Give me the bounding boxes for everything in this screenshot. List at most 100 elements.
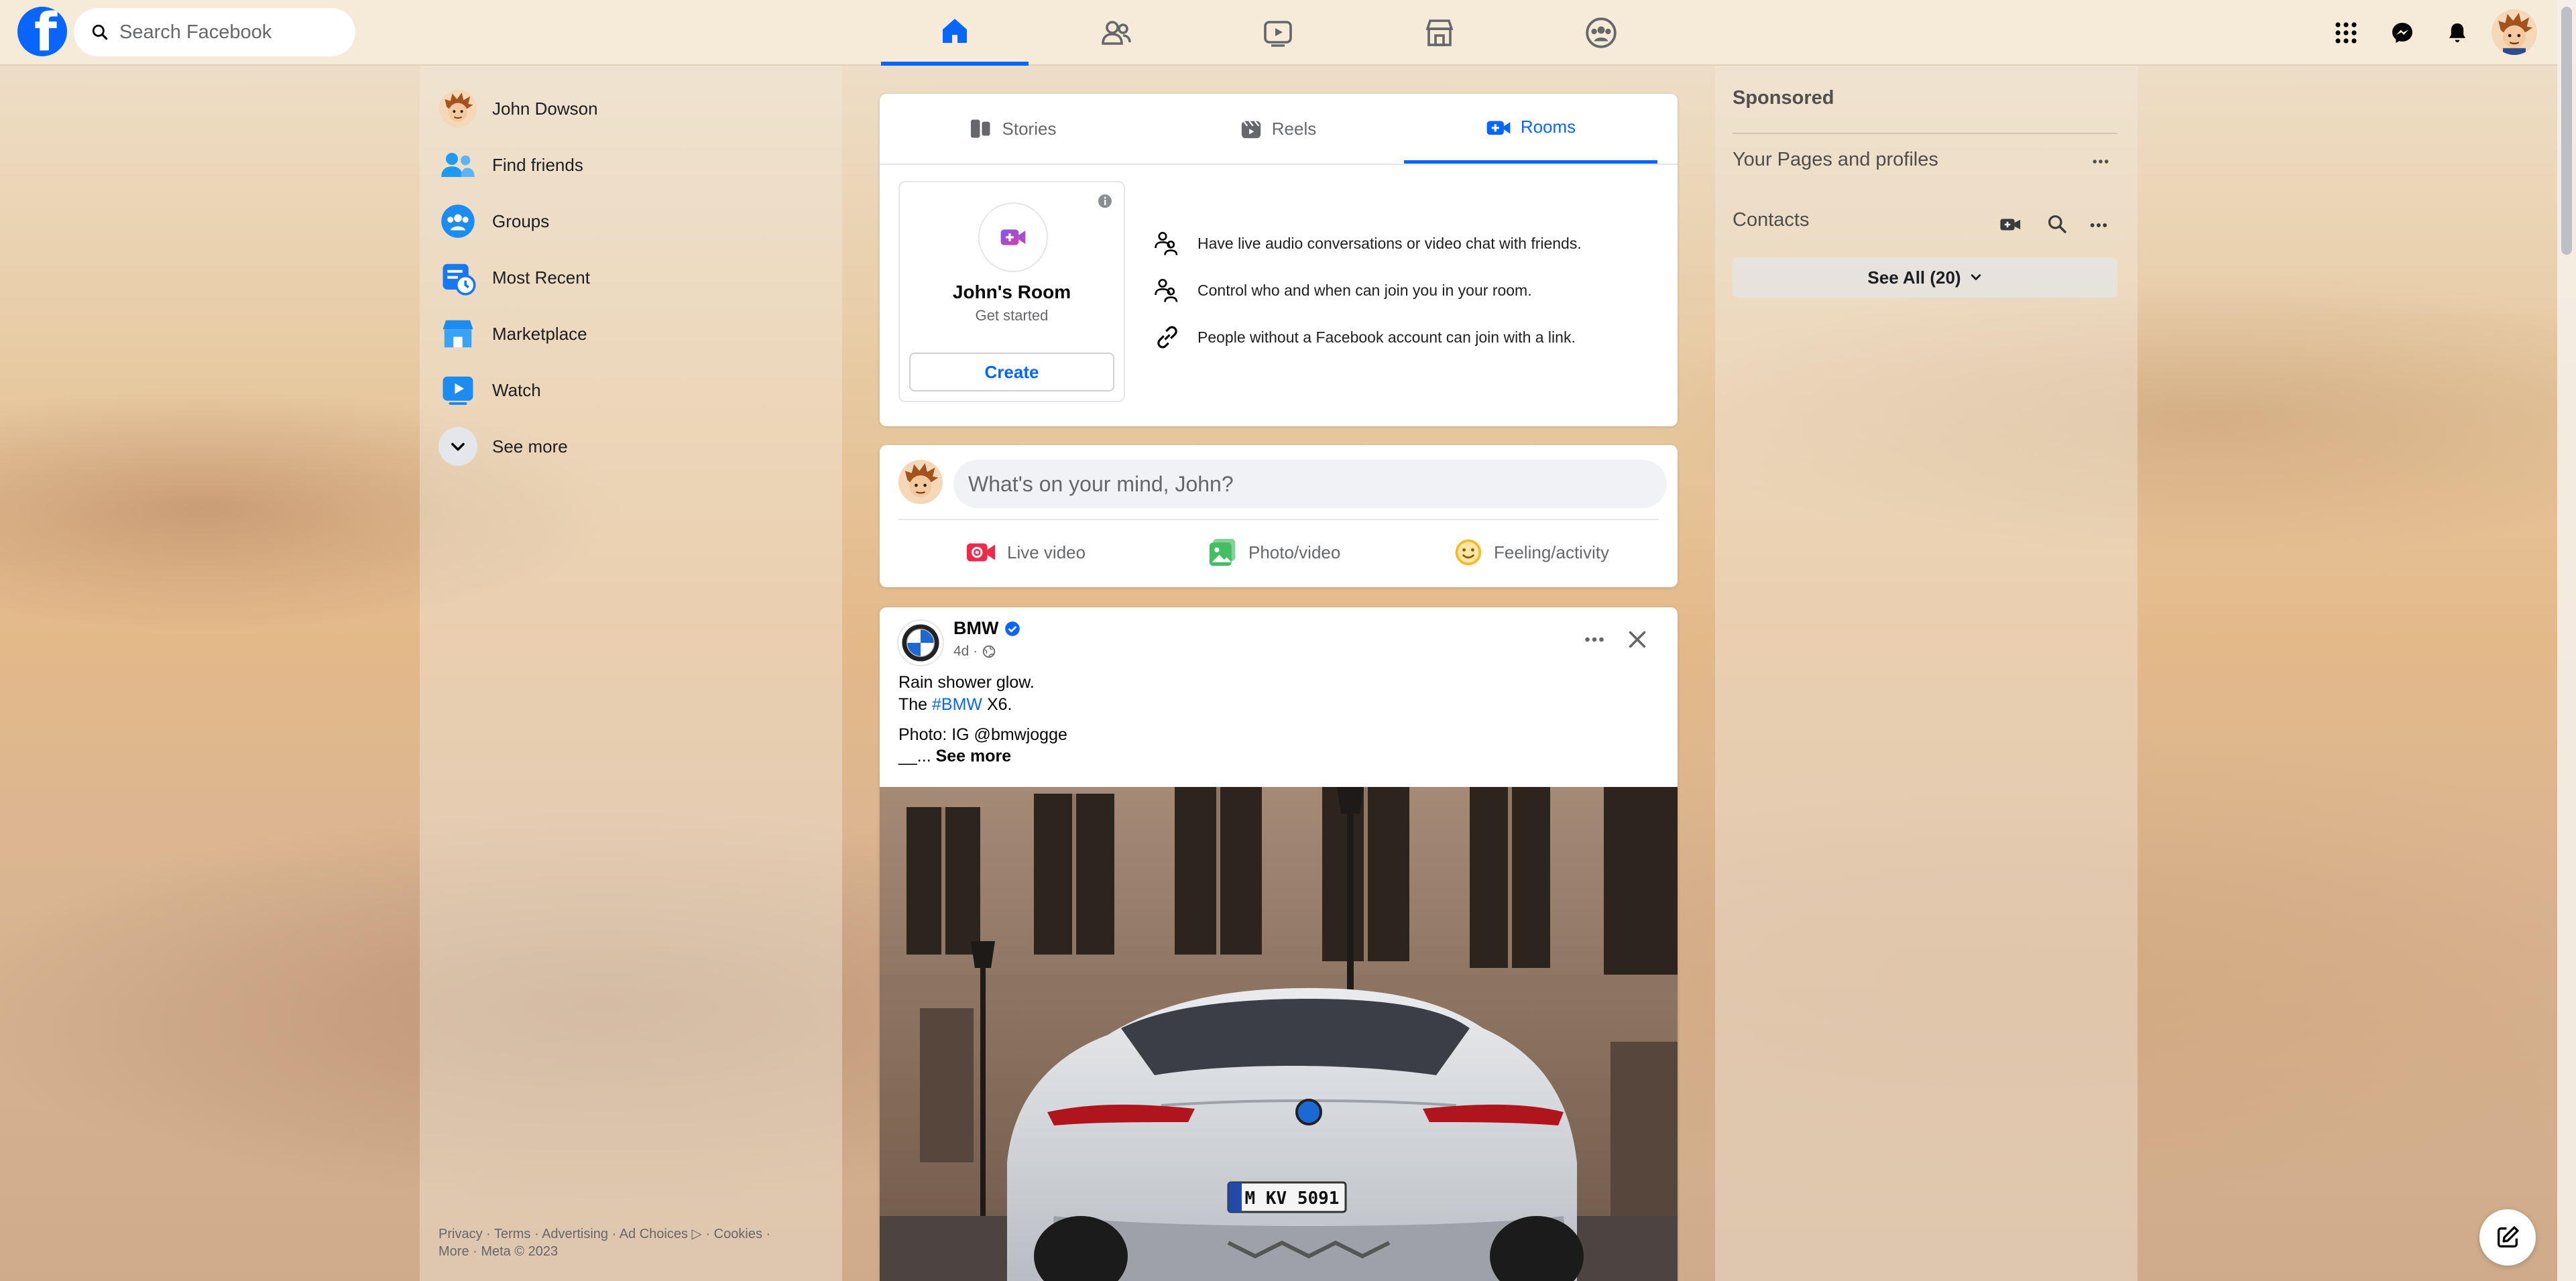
bmw-logo-avatar[interactable] xyxy=(897,619,944,666)
stories-icon xyxy=(970,119,990,138)
sidebar-item-label: Marketplace xyxy=(492,323,587,344)
feeling-activity-button[interactable]: Feeling/activity xyxy=(1454,531,1609,574)
action-label: Live video xyxy=(1007,542,1086,562)
tab-label: Reels xyxy=(1271,118,1317,139)
footer-links[interactable]: Privacy · Terms · Advertising · Ad Choic… xyxy=(438,1225,814,1260)
search-contacts-icon[interactable] xyxy=(2046,213,2068,235)
tab-rooms[interactable]: Rooms xyxy=(1404,94,1657,164)
stories-card: Stories Reels Rooms John's Room Get star… xyxy=(880,94,1678,426)
search-icon xyxy=(92,24,108,40)
hashtag-link[interactable]: #BMW xyxy=(932,695,982,714)
sidebar-item-marketplace[interactable]: Marketplace xyxy=(438,310,814,358)
new-room-icon[interactable] xyxy=(1999,213,2022,236)
action-label: Feeling/activity xyxy=(1494,542,1609,562)
feature-text: Have live audio conversations or video c… xyxy=(1197,234,1582,252)
see-more-link[interactable]: See more xyxy=(936,747,1012,766)
tab-divider xyxy=(880,164,1678,165)
post-image[interactable]: M KV 5091 xyxy=(880,787,1678,1281)
people-control-icon xyxy=(1155,278,1178,302)
menu-button[interactable] xyxy=(2327,13,2365,52)
sidebar-item-see-more[interactable]: See more xyxy=(438,422,814,471)
friends-icon xyxy=(438,145,477,184)
smiley-icon xyxy=(1455,539,1482,566)
search-input[interactable] xyxy=(119,21,341,44)
search-box[interactable] xyxy=(74,8,355,56)
feature-text: People without a Facebook account can jo… xyxy=(1197,328,1576,346)
footer-line[interactable]: Privacy · Terms · Advertising · Ad Choic… xyxy=(438,1225,814,1243)
room-feature-item: Have live audio conversations or video c… xyxy=(1153,229,1582,257)
nav-tab-friends[interactable] xyxy=(1043,0,1190,66)
sidebar-item-label: See more xyxy=(492,436,568,456)
sidebar-item-groups[interactable]: Groups xyxy=(438,197,814,245)
post-author[interactable]: BMW xyxy=(953,618,998,639)
nav-tab-marketplace[interactable] xyxy=(1366,0,1513,66)
compose-icon xyxy=(2498,1226,2519,1247)
nav-tab-watch[interactable] xyxy=(1204,0,1352,66)
info-icon[interactable] xyxy=(1097,193,1113,209)
sidebar-item-watch[interactable]: Watch xyxy=(438,366,814,414)
text-fragment: __... xyxy=(898,747,936,766)
verified-badge-icon xyxy=(1005,621,1020,636)
see-all-contacts-button[interactable]: See All (20) xyxy=(1733,257,2117,298)
live-video-icon xyxy=(966,543,996,562)
room-card: John's Room Get started Create xyxy=(898,181,1125,402)
sponsored-heading: Sponsored xyxy=(1733,87,1834,109)
groups-icon xyxy=(1586,17,1617,48)
feed-post: BMW 4d · Rain shower glow. The #BMW X6. … xyxy=(880,607,1678,1281)
rooms-icon xyxy=(1486,121,1511,135)
post-text-line: The #BMW X6. xyxy=(898,695,1012,715)
sidebar-item-label: Watch xyxy=(492,379,541,400)
sidebar-item-profile[interactable]: John Dowson xyxy=(438,84,814,133)
messenger-button[interactable] xyxy=(2383,13,2422,52)
watch-icon xyxy=(438,371,477,410)
room-feature-item: Control who and when can join you in you… xyxy=(1153,276,1532,304)
post-text-line: Rain shower glow. xyxy=(898,673,1035,692)
notifications-button[interactable] xyxy=(2438,13,2477,52)
tab-label: Stories xyxy=(1002,118,1057,139)
pages-more-icon[interactable] xyxy=(2091,151,2111,172)
see-all-label: See All (20) xyxy=(1867,267,1961,288)
contacts-more-icon[interactable] xyxy=(2088,215,2109,236)
tab-stories[interactable]: Stories xyxy=(880,94,1145,164)
post-time[interactable]: 4d · xyxy=(953,644,978,660)
messenger-icon xyxy=(2392,23,2412,43)
post-photo: M KV 5091 xyxy=(880,787,1678,1281)
whats-on-your-mind-input[interactable] xyxy=(953,460,1667,508)
room-title: John's Room xyxy=(952,282,1071,302)
bmw-logo xyxy=(902,624,939,662)
globe-icon xyxy=(983,645,996,658)
close-icon[interactable] xyxy=(1625,627,1649,652)
create-room-button[interactable]: Create xyxy=(909,353,1114,391)
notifications-icon xyxy=(2449,23,2466,43)
menu-grid-icon xyxy=(2335,22,2357,44)
video-icon xyxy=(1264,21,1292,47)
tab-label: Rooms xyxy=(1520,117,1576,137)
post-author-row: BMW xyxy=(953,618,1021,639)
avatar[interactable] xyxy=(898,460,943,504)
logo-letter: f xyxy=(34,7,57,56)
room-subtitle: Get started xyxy=(975,307,1049,324)
sidebar-item-find-friends[interactable]: Find friends xyxy=(438,141,814,189)
groups-icon xyxy=(438,202,477,241)
video-plus-icon xyxy=(1000,229,1026,245)
nav-tab-home[interactable] xyxy=(881,0,1029,66)
footer-line[interactable]: More · Meta © 2023 xyxy=(438,1243,814,1260)
post-composer: Live video Photo/video Feeling/activity xyxy=(880,445,1678,587)
sidebar-item-most-recent[interactable]: Most Recent xyxy=(438,253,814,302)
new-message-button[interactable] xyxy=(2479,1209,2536,1266)
sidebar-item-label: Most Recent xyxy=(492,267,590,288)
chevron-down-icon xyxy=(1971,274,1981,280)
room-video-icon-circle xyxy=(978,202,1048,272)
account-avatar[interactable] xyxy=(2492,9,2537,55)
photo-icon xyxy=(1209,538,1236,566)
photo-video-button[interactable]: Photo/video xyxy=(1208,531,1340,574)
more-options-icon[interactable] xyxy=(1582,627,1606,652)
facebook-logo[interactable]: f xyxy=(17,7,67,56)
page-scrollbar[interactable] xyxy=(2557,0,2576,1281)
post-text-line: Photo: IG @bmwjogge xyxy=(898,725,1067,744)
feature-text: Control who and when can join you in you… xyxy=(1197,281,1532,299)
tab-reels[interactable]: Reels xyxy=(1145,94,1411,164)
live-video-button[interactable]: Live video xyxy=(965,531,1086,574)
nav-tab-groups[interactable] xyxy=(1527,0,1675,66)
scrollbar-thumb[interactable] xyxy=(2561,7,2572,255)
